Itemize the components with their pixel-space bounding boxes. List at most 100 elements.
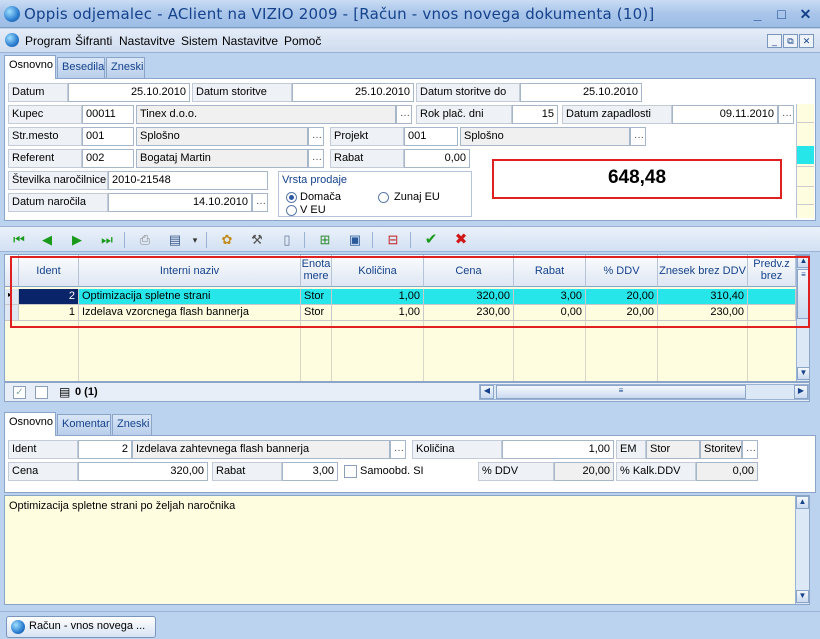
next-record-icon[interactable]: ▶ (68, 232, 86, 248)
last-record-icon[interactable]: ⏭ (98, 232, 116, 248)
menu-app-icon[interactable] (5, 33, 19, 47)
referent-lookup-button[interactable]: ··· (308, 149, 324, 168)
palette-icon[interactable]: ✿ (218, 232, 236, 248)
detail-em-lookup[interactable]: ··· (742, 440, 758, 459)
datum-narocila-picker[interactable]: ··· (252, 193, 268, 212)
cell-naziv[interactable]: Izdelava vzorcnega flash bannerja (79, 305, 301, 321)
check-icon[interactable]: ✓ (13, 386, 26, 399)
cell-em[interactable]: Stor (301, 289, 332, 305)
scroll-up-icon[interactable]: ▲ (796, 496, 809, 509)
columns-dropdown-icon[interactable]: ▾ (186, 232, 204, 248)
confirm-icon[interactable]: ✔ (422, 232, 440, 248)
kupec-lookup-button[interactable]: ··· (396, 105, 412, 124)
datum-storitve-field[interactable]: 25.10.2010 (292, 83, 414, 102)
grid-horizontal-scrollbar[interactable]: ◀ ≡ ▶ (479, 384, 809, 400)
datum-field[interactable]: 25.10.2010 (68, 83, 190, 102)
strmesto-lookup-button[interactable]: ··· (308, 127, 324, 146)
splitter[interactable] (0, 405, 820, 409)
hscroll-thumb[interactable]: ≡ (496, 385, 746, 399)
cell-rabat[interactable]: 3,00 (514, 289, 586, 305)
cell-rabat[interactable]: 0,00 (514, 305, 586, 321)
menu-nastavitve-2[interactable]: Nastavitve (222, 34, 278, 48)
kupec-code-field[interactable]: 00011 (82, 105, 134, 124)
radio-domaca[interactable] (286, 192, 297, 203)
datum-zapadlosti-picker[interactable]: ··· (778, 105, 794, 124)
menu-program[interactable]: Program (25, 34, 71, 48)
close-button[interactable]: ✕ (795, 4, 816, 25)
cell-naziv[interactable]: Optimizacija spletne strani (79, 289, 301, 305)
col-header-ident[interactable]: Ident (19, 255, 79, 287)
checkbox[interactable] (35, 386, 48, 399)
strmesto-code-field[interactable]: 001 (82, 127, 134, 146)
columns-icon[interactable]: ▤ (166, 232, 184, 248)
detail-kolicina-field[interactable]: 1,00 (502, 440, 614, 459)
previous-record-icon[interactable]: ◀ (38, 232, 56, 248)
minimize-button[interactable]: _ (747, 4, 768, 25)
scroll-left-icon[interactable]: ◀ (480, 385, 494, 399)
col-header-predv[interactable]: Predv.z brez (748, 255, 796, 287)
print-icon[interactable]: ⎙ (136, 232, 154, 248)
col-header-kolicina[interactable]: Količina (332, 255, 424, 287)
rok-field[interactable]: 15 (512, 105, 558, 124)
detail-ident-field[interactable]: 2 (78, 440, 132, 459)
scroll-down-icon[interactable]: ▼ (796, 590, 809, 603)
cancel-icon[interactable]: ✖ (452, 232, 470, 248)
col-header-znesek[interactable]: Znesek brez DDV (658, 255, 748, 287)
datum-narocila-field[interactable]: 14.10.2010 (108, 193, 252, 212)
detail-ident-lookup[interactable]: ··· (390, 440, 406, 459)
rabat-header-field[interactable]: 0,00 (404, 149, 470, 168)
mdi-restore-button[interactable]: ⧉ (783, 34, 798, 48)
tab-osnovno[interactable]: Osnovno (4, 55, 56, 79)
col-header-cena[interactable]: Cena (424, 255, 514, 287)
col-header-ddv[interactable]: % DDV (586, 255, 658, 287)
cell-em[interactable]: Stor (301, 305, 332, 321)
menu-nastavitve[interactable]: Nastavitve (119, 34, 175, 48)
menu-pomoc[interactable]: Pomoč (284, 34, 321, 48)
referent-code-field[interactable]: 002 (82, 149, 134, 168)
datum-storitve-do-field[interactable]: 25.10.2010 (520, 83, 642, 102)
col-header-naziv[interactable]: Interni naziv (79, 255, 301, 287)
first-record-icon[interactable]: ⏮ (10, 232, 28, 248)
tab-zneski[interactable]: Zneski (106, 57, 145, 79)
radio-zunaj-eu[interactable] (378, 192, 389, 203)
scroll-up-icon[interactable]: ▲ (797, 255, 809, 268)
document-icon[interactable]: ▯ (278, 232, 296, 248)
detail-rabat-field[interactable]: 3,00 (282, 462, 338, 481)
scroll-right-icon[interactable]: ▶ (794, 385, 808, 399)
cell-predv[interactable] (748, 289, 796, 305)
tab-besedila[interactable]: Besedila (57, 57, 105, 79)
cell-kolicina[interactable]: 1,00 (332, 289, 424, 305)
cell-ident[interactable]: 2 (19, 289, 79, 305)
scroll-down-icon[interactable]: ▼ (797, 367, 809, 380)
col-header-enota[interactable]: Enota mere (301, 255, 332, 287)
delete-row-icon[interactable]: ⊟ (384, 232, 402, 248)
cell-ddv[interactable]: 20,00 (586, 305, 658, 321)
samoobd-checkbox[interactable] (344, 465, 357, 478)
image-icon[interactable]: ▣ (346, 232, 364, 248)
cell-cena[interactable]: 320,00 (424, 289, 514, 305)
cell-predv[interactable] (748, 305, 796, 321)
datum-zapadlosti-field[interactable]: 09.11.2010 (672, 105, 778, 124)
menu-sistem[interactable]: Sistem (181, 34, 218, 48)
col-header-rabat[interactable]: Rabat (514, 255, 586, 287)
menu-sifranti[interactable]: Šifranti (75, 34, 112, 48)
memo-vertical-scrollbar[interactable]: ▲ ▼ (795, 496, 809, 604)
cell-kolicina[interactable]: 1,00 (332, 305, 424, 321)
mdi-close-button[interactable]: ✕ (799, 34, 814, 48)
add-row-icon[interactable]: ⊞ (316, 232, 334, 248)
cell-znesek[interactable]: 310,40 (658, 289, 748, 305)
tab-detail-komentar[interactable]: Komentar (57, 414, 111, 436)
cell-ddv[interactable]: 20,00 (586, 289, 658, 305)
taskbar-window-button[interactable]: Račun - vnos novega ... (6, 616, 156, 638)
radio-v-eu[interactable] (286, 205, 297, 216)
projekt-code-field[interactable]: 001 (404, 127, 458, 146)
maximize-button[interactable]: □ (771, 4, 792, 25)
tools-icon[interactable]: ⚒ (248, 232, 266, 248)
cell-cena[interactable]: 230,00 (424, 305, 514, 321)
stevilka-narocilnice-field[interactable]: 2010-21548 (108, 171, 268, 190)
tab-detail-osnovno[interactable]: Osnovno (4, 412, 56, 436)
tab-detail-zneski[interactable]: Zneski (112, 414, 152, 436)
mdi-minimize-button[interactable]: _ (767, 34, 782, 48)
scroll-thumb[interactable]: ≡ (797, 269, 809, 319)
projekt-lookup-button[interactable]: ··· (630, 127, 646, 146)
